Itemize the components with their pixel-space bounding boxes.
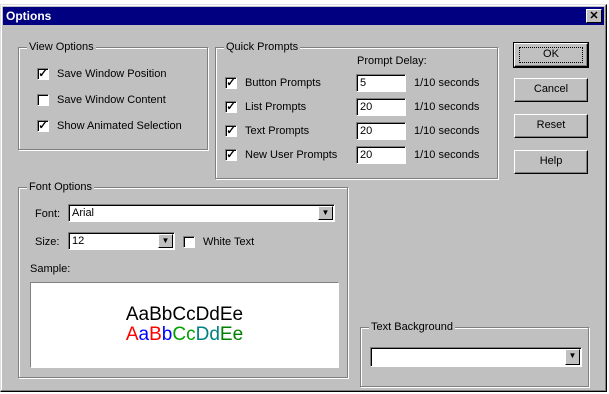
sample-char: A xyxy=(125,324,139,345)
help-button[interactable]: Help xyxy=(514,150,588,174)
save-window-content-label: Save Window Content xyxy=(57,94,166,106)
quick-prompts-legend: Quick Prompts xyxy=(224,40,301,54)
prompt-delay-header: Prompt Delay: xyxy=(357,55,427,67)
list-prompts-delay-input[interactable]: 20 xyxy=(356,98,406,116)
chevron-down-icon[interactable]: ▼ xyxy=(318,206,333,220)
save-window-position-label: Save Window Position xyxy=(57,68,167,80)
text-background-legend: Text Background xyxy=(369,320,455,334)
list-prompts-label: List Prompts xyxy=(245,101,307,113)
text-prompts-label: Text Prompts xyxy=(245,125,310,137)
font-label: Font: xyxy=(35,208,61,220)
show-animated-selection-checkbox[interactable]: ✓ xyxy=(37,120,49,132)
sample-char: e xyxy=(232,324,244,345)
delay-unit-label: 1/10 seconds xyxy=(414,77,480,89)
save-window-position-checkbox[interactable]: ✓ xyxy=(37,68,49,80)
reset-button[interactable]: Reset xyxy=(514,114,588,138)
sample-char: b xyxy=(161,324,173,345)
new-user-prompts-checkbox[interactable]: ✓ xyxy=(225,149,237,161)
button-prompts-checkbox[interactable]: ✓ xyxy=(225,77,237,89)
list-prompts-checkbox[interactable]: ✓ xyxy=(225,101,237,113)
sample-label: Sample: xyxy=(30,263,71,275)
size-select-value: 12 xyxy=(72,235,85,247)
size-label: Size: xyxy=(35,236,60,248)
font-sample-preview: AaBbCcDdEe AaBbCcDdEe xyxy=(30,282,339,368)
text-prompts-checkbox[interactable]: ✓ xyxy=(225,125,237,137)
sample-char: B xyxy=(149,324,162,345)
sample-char: d xyxy=(209,324,220,345)
delay-unit-label: 1/10 seconds xyxy=(414,101,480,113)
text-background-select[interactable]: ▼ xyxy=(370,347,582,367)
close-icon[interactable]: ✕ xyxy=(586,9,602,23)
focus-rect xyxy=(519,47,583,63)
new-user-prompts-delay-input[interactable]: 20 xyxy=(356,146,406,164)
chevron-down-icon[interactable]: ▼ xyxy=(158,234,173,248)
title-bar: Options ✕ xyxy=(3,7,604,25)
sample-text-colored: AaBbCcDdEe xyxy=(31,325,338,345)
new-user-prompts-label: New User Prompts xyxy=(245,149,338,161)
options-dialog: Options ✕ View Options ✓ Save Window Pos… xyxy=(0,4,607,392)
sample-char: a xyxy=(138,324,150,345)
font-select-value: Arial xyxy=(72,207,95,219)
font-select[interactable]: Arial ▼ xyxy=(68,204,335,222)
chevron-down-icon[interactable]: ▼ xyxy=(565,349,580,365)
sample-char: C xyxy=(172,324,187,345)
sample-char: D xyxy=(195,324,210,345)
sample-char: E xyxy=(219,324,233,345)
sample-char: c xyxy=(186,324,196,345)
font-options-legend: Font Options xyxy=(27,180,94,194)
cancel-button[interactable]: Cancel xyxy=(514,78,588,102)
size-select[interactable]: 12 ▼ xyxy=(68,232,175,250)
save-window-content-checkbox[interactable] xyxy=(37,94,49,106)
text-prompts-delay-input[interactable]: 20 xyxy=(356,122,406,140)
ok-button[interactable]: OK xyxy=(513,42,589,68)
white-text-checkbox[interactable] xyxy=(183,236,195,248)
white-text-label: White Text xyxy=(203,236,255,248)
show-animated-selection-label: Show Animated Selection xyxy=(57,120,182,132)
button-prompts-label: Button Prompts xyxy=(245,77,321,89)
view-options-legend: View Options xyxy=(27,40,96,54)
button-prompts-delay-input[interactable]: 5 xyxy=(356,74,406,92)
dialog-title: Options xyxy=(6,9,52,23)
delay-unit-label: 1/10 seconds xyxy=(414,149,480,161)
sample-text-black: AaBbCcDdEe xyxy=(125,304,244,325)
delay-unit-label: 1/10 seconds xyxy=(414,125,480,137)
